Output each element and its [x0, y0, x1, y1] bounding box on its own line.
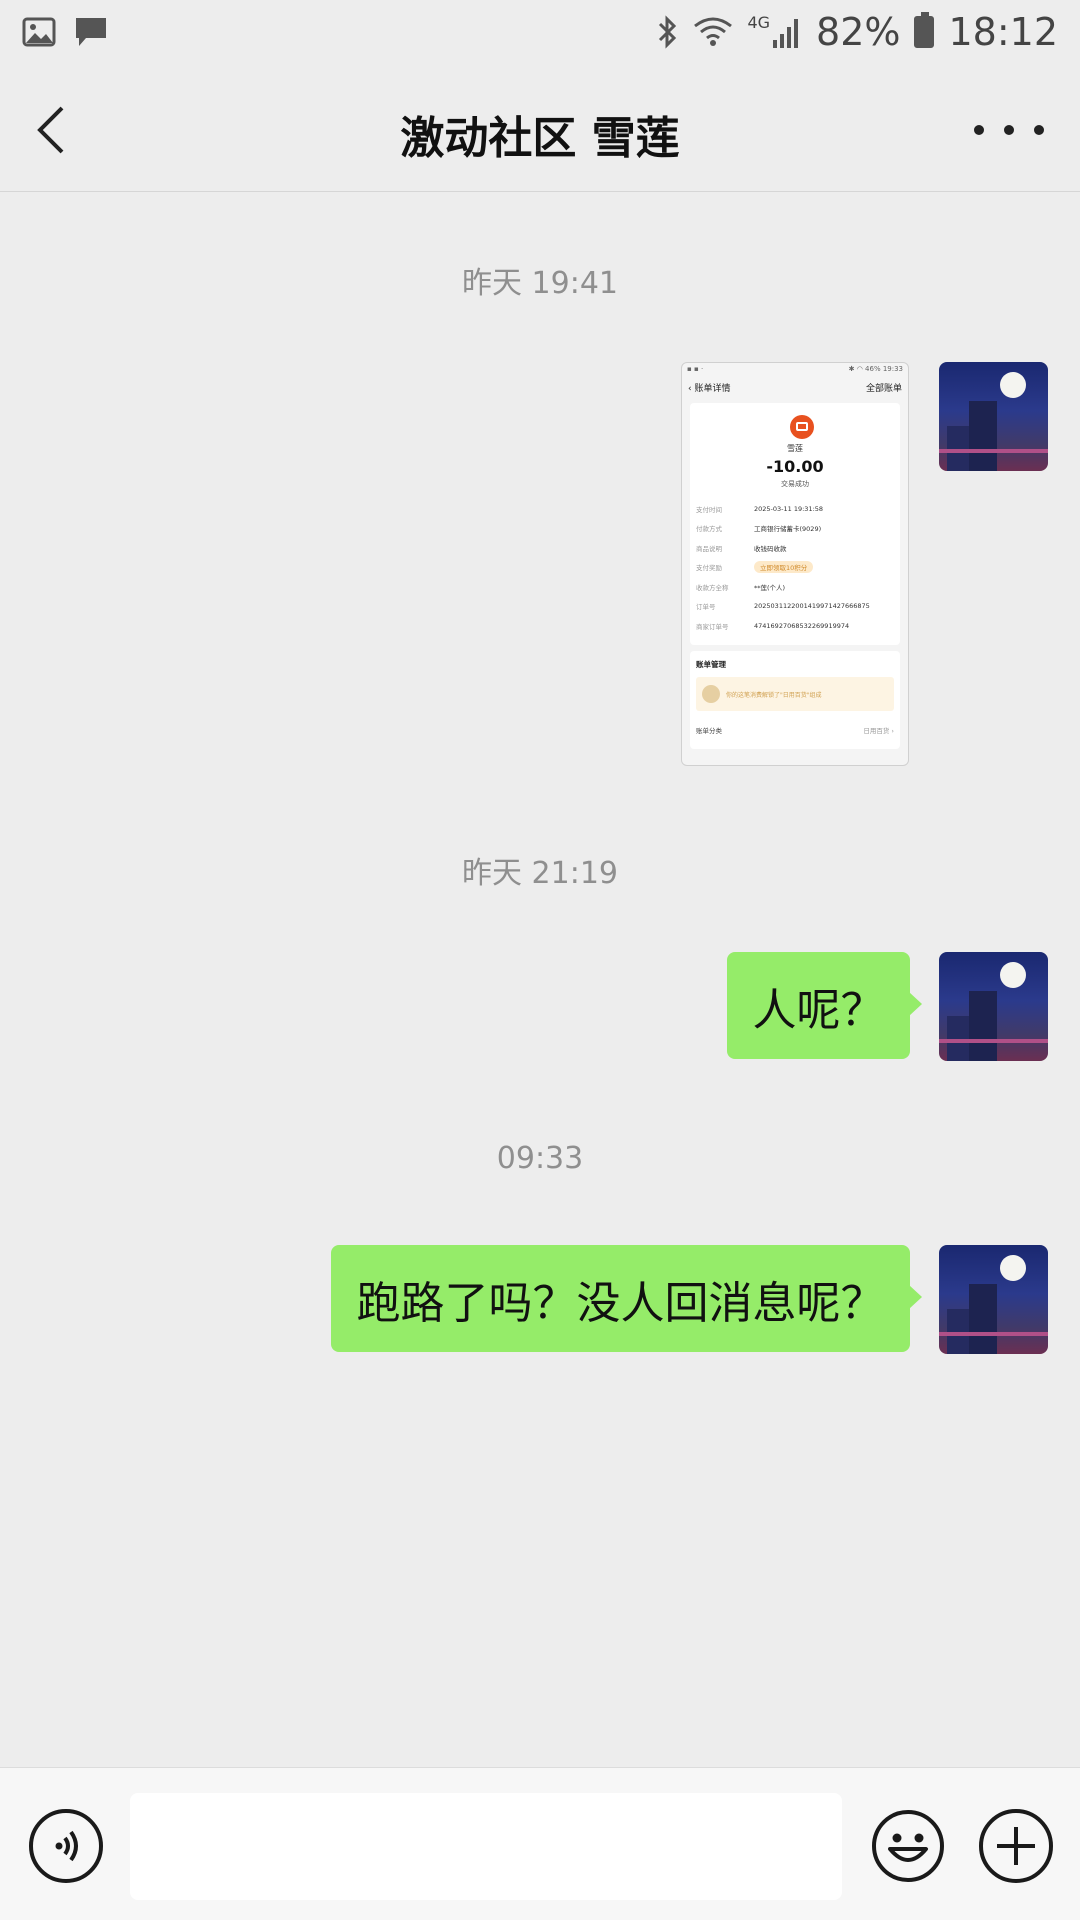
title-bar: 激动社区 雪莲: [0, 64, 1080, 192]
signal-icon: [773, 19, 799, 48]
more-dot: [1034, 125, 1044, 135]
battery-percent: 82%: [816, 10, 901, 54]
avatar[interactable]: [939, 362, 1048, 471]
message-bubble[interactable]: 跑路了吗？没人回消息呢？: [331, 1245, 922, 1352]
avatar[interactable]: [939, 1245, 1048, 1354]
image-header-title: ‹ 账单详情: [688, 383, 731, 394]
timestamp: 昨天 19:41: [462, 266, 618, 301]
bill-category: 账单分类 日用百货 ›: [696, 727, 894, 735]
chat-title: 激动社区 雪莲: [400, 113, 680, 164]
clock: 18:12: [948, 10, 1058, 54]
bill-card: 雪莲 -10.00 交易成功 支付时间 2025-03-11 19:31:58 付…: [690, 403, 900, 645]
more-dot: [1004, 125, 1014, 135]
bill-management-title: 账单管理: [696, 660, 726, 669]
more-icon[interactable]: [974, 118, 1044, 142]
bill-row: 付款方式 工商银行储蓄卡(9029): [696, 525, 822, 534]
message-input[interactable]: [130, 1793, 842, 1900]
image-status-bar: ▪ ▪ · ✱ ◠ 46% 19:33: [687, 365, 903, 373]
timestamp: 昨天 21:19: [462, 856, 618, 891]
more-dot: [974, 125, 984, 135]
status-left: [22, 16, 108, 48]
bill-row: 订单号 20250311220014199714276668​75: [696, 602, 870, 612]
bill-rows: 支付时间 2025-03-11 19:31:58 付款方式 工商银行储蓄卡(9029…: [696, 499, 896, 636]
bill-row: 支付时间 2025-03-11 19:31:58: [696, 504, 824, 514]
bill-row: 商家订单号 47416927068532269919974: [696, 621, 850, 631]
status-right: 4G 82% 18:12: [657, 10, 1058, 54]
bill-row: 收款方全称 **莲(个人): [696, 583, 786, 592]
network-type: 4G: [747, 12, 771, 32]
plus-icon[interactable]: [979, 1809, 1053, 1883]
image-message[interactable]: ▪ ▪ · ✱ ◠ 46% 19:33 ‹ 账单详情 全部账单 雪莲 -10.00…: [681, 362, 909, 766]
merchant-logo-icon: [790, 415, 814, 439]
voice-icon[interactable]: [29, 1809, 103, 1883]
gallery-icon: [22, 17, 56, 47]
message-icon: [76, 18, 106, 46]
timestamp: 09:33: [496, 1141, 584, 1176]
avatar[interactable]: [939, 952, 1048, 1061]
wifi-icon: [694, 17, 733, 46]
bill-amount: -10.00: [766, 457, 824, 476]
bill-row: 支付奖励 立即领取10积分: [696, 558, 896, 578]
merchant-name: 雪莲: [787, 444, 803, 453]
bill-status: 交易成功: [781, 480, 809, 488]
bluetooth-icon: [659, 15, 677, 49]
input-bar: [0, 1767, 1080, 1920]
bill-management-card: 账单管理 你的这笔消费解锁了"日用百货"组成 账单分类 日用百货 ›: [690, 651, 900, 749]
battery-icon: [914, 12, 935, 48]
image-header: ‹ 账单详情 全部账单: [682, 375, 908, 399]
voice-waves-icon: [55, 1830, 78, 1862]
bill-row: 商品说明 收钱码收款: [696, 544, 787, 553]
image-header-right: 全部账单: [865, 383, 902, 394]
emoji-icon[interactable]: [871, 1809, 945, 1883]
status-bar: 4G 82% 18:12: [0, 0, 1080, 64]
bill-banner: 你的这笔消费解锁了"日用百货"组成: [696, 677, 894, 711]
message-bubble[interactable]: 人呢？: [727, 952, 922, 1059]
